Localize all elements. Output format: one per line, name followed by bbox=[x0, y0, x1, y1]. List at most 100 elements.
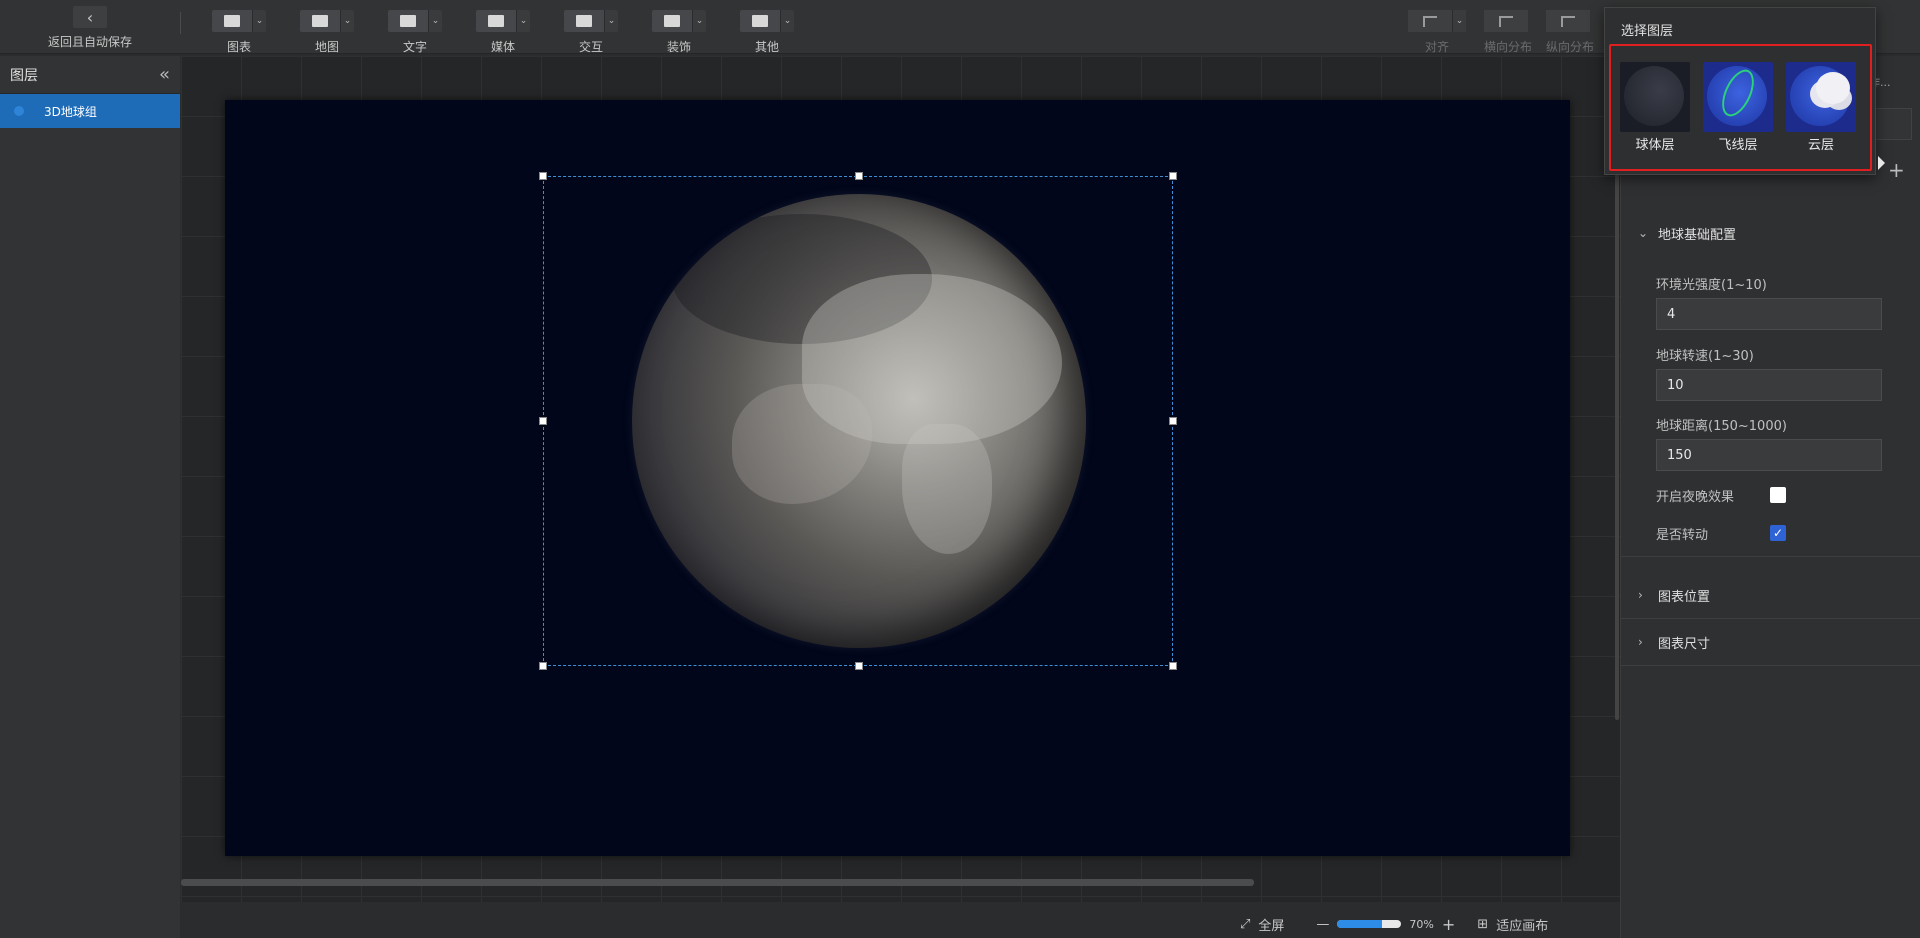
resize-handle-nw[interactable] bbox=[539, 172, 547, 180]
interaction-icon[interactable] bbox=[564, 10, 604, 32]
section-base-config-header[interactable]: ⌄ 地球基础配置 bbox=[1620, 210, 1920, 256]
layer-panel-header: 图层 « bbox=[0, 56, 180, 94]
align-tool[interactable]: ⌄ 对齐 bbox=[1408, 10, 1466, 54]
horizontal-distribute-icon[interactable] bbox=[1484, 10, 1528, 32]
zoom-in-icon[interactable]: + bbox=[1442, 915, 1455, 934]
fit-canvas-icon[interactable]: ⊞ bbox=[1477, 917, 1488, 932]
chevron-down-icon[interactable]: ⌄ bbox=[428, 10, 442, 32]
chart-icon[interactable] bbox=[212, 10, 252, 32]
tool-chart-label: 图表 bbox=[226, 40, 251, 54]
chevron-down-icon[interactable]: ⌄ bbox=[252, 10, 266, 32]
rotate-enabled-checkbox[interactable]: ✓ bbox=[1770, 525, 1786, 541]
zoom-percent: 70% bbox=[1409, 917, 1434, 931]
chevron-down-icon[interactable]: ⌄ bbox=[340, 10, 354, 32]
chevron-down-icon[interactable]: ⌄ bbox=[780, 10, 794, 32]
tool-chart[interactable]: ⌄ 图表 bbox=[199, 10, 279, 54]
popup-title: 选择图层 bbox=[1621, 24, 1674, 39]
vdist-label: 纵向分布 bbox=[1546, 40, 1595, 54]
add-icon[interactable]: + bbox=[1888, 158, 1905, 182]
back-save-button[interactable]: ‹ 返回且自动保存 bbox=[40, 6, 140, 52]
flyline-layer-thumbnail bbox=[1703, 62, 1773, 132]
chevron-down-icon[interactable]: ⌄ bbox=[692, 10, 706, 32]
select-layer-popup: 选择图层 球体层 飞线层 云层 bbox=[1604, 7, 1876, 175]
earth-distance-label: 地球距离(150~1000) bbox=[1656, 419, 1787, 434]
layer-type-icon bbox=[14, 106, 24, 116]
chevron-down-icon[interactable]: ⌄ bbox=[1452, 10, 1466, 32]
tool-map[interactable]: ⌄ 地图 bbox=[287, 10, 367, 54]
rotate-enabled-label: 是否转动 bbox=[1656, 528, 1709, 543]
resize-handle-e[interactable] bbox=[1169, 417, 1177, 425]
editor-canvas[interactable] bbox=[181, 56, 1620, 902]
section-chart-position-title: 图表位置 bbox=[1658, 589, 1711, 605]
status-bar: ⤢ 全屏 — 70% + ⊞ 适应画布 bbox=[1240, 912, 1620, 936]
tool-interaction[interactable]: ⌄ 交互 bbox=[551, 10, 631, 54]
horizontal-scrollbar[interactable] bbox=[181, 879, 1254, 886]
layer-option-flyline[interactable]: 飞线层 bbox=[1702, 62, 1774, 153]
vertical-distribute-icon[interactable] bbox=[1546, 10, 1590, 32]
layer-item-label: 3D地球组 bbox=[44, 104, 97, 119]
tool-other-label: 其他 bbox=[754, 40, 779, 54]
zoom-slider[interactable] bbox=[1337, 920, 1402, 928]
earth-distance-input[interactable]: 150 bbox=[1656, 439, 1882, 471]
tool-decoration-label: 装饰 bbox=[666, 40, 691, 54]
section-base-config-title: 地球基础配置 bbox=[1658, 227, 1737, 243]
resize-handle-w[interactable] bbox=[539, 417, 547, 425]
layer-panel-title: 图层 bbox=[10, 67, 38, 84]
hdist-tool[interactable]: 横向分布 bbox=[1484, 10, 1532, 54]
fit-canvas-label[interactable]: 适应画布 bbox=[1496, 915, 1548, 934]
align-icon[interactable] bbox=[1408, 10, 1452, 32]
layer-panel: 图层 « 3D地球组 bbox=[0, 56, 180, 938]
tool-media[interactable]: ⌄ 媒体 bbox=[463, 10, 543, 54]
map-icon[interactable] bbox=[300, 10, 340, 32]
night-effect-checkbox[interactable] bbox=[1770, 487, 1786, 503]
chevron-down-icon[interactable]: ⌄ bbox=[516, 10, 530, 32]
resize-handle-se[interactable] bbox=[1169, 662, 1177, 670]
section-chart-position: › 图表位置 bbox=[1620, 572, 1920, 619]
text-icon[interactable] bbox=[388, 10, 428, 32]
fullscreen-label[interactable]: 全屏 bbox=[1258, 915, 1284, 934]
tool-text-label: 文字 bbox=[402, 40, 427, 54]
fullscreen-icon[interactable]: ⤢ bbox=[1240, 917, 1250, 932]
collapse-icon[interactable]: « bbox=[159, 64, 170, 85]
rotation-speed-input[interactable]: 10 bbox=[1656, 369, 1882, 401]
selection-box[interactable] bbox=[539, 172, 1177, 670]
resize-handle-sw[interactable] bbox=[539, 662, 547, 670]
tool-interaction-label: 交互 bbox=[578, 40, 603, 54]
tool-decoration[interactable]: ⌄ 装饰 bbox=[639, 10, 719, 54]
resize-handle-ne[interactable] bbox=[1169, 172, 1177, 180]
layer-option-label: 飞线层 bbox=[1718, 138, 1758, 153]
chevron-down-icon[interactable]: ⌄ bbox=[604, 10, 618, 32]
chevron-right-icon: › bbox=[1638, 588, 1643, 602]
tool-other[interactable]: ⌄ 其他 bbox=[727, 10, 807, 54]
resize-handle-s[interactable] bbox=[855, 662, 863, 670]
layer-option-label: 云层 bbox=[1807, 138, 1834, 153]
section-chart-size-header[interactable]: › 图表尺寸 bbox=[1620, 619, 1920, 665]
chevron-down-icon: ⌄ bbox=[1638, 226, 1649, 240]
layer-option-sphere[interactable]: 球体层 bbox=[1619, 62, 1691, 153]
media-icon[interactable] bbox=[476, 10, 516, 32]
tool-media-label: 媒体 bbox=[490, 40, 515, 54]
align-label: 对齐 bbox=[1424, 40, 1449, 54]
vdist-tool[interactable]: 纵向分布 bbox=[1546, 10, 1594, 54]
tool-map-label: 地图 bbox=[314, 40, 339, 54]
layer-item-3d-globe-group[interactable]: 3D地球组 bbox=[0, 94, 180, 128]
layer-option-cloud[interactable]: 云层 bbox=[1785, 62, 1857, 153]
decoration-icon[interactable] bbox=[652, 10, 692, 32]
section-chart-position-header[interactable]: › 图表位置 bbox=[1620, 572, 1920, 618]
ambient-light-input[interactable]: 4 bbox=[1656, 298, 1882, 330]
section-chart-size: › 图表尺寸 bbox=[1620, 619, 1920, 666]
section-chart-size-title: 图表尺寸 bbox=[1658, 636, 1711, 652]
rotation-speed-label: 地球转速(1~30) bbox=[1656, 349, 1754, 364]
hdist-label: 横向分布 bbox=[1484, 40, 1533, 54]
popup-pointer-icon bbox=[1878, 156, 1885, 170]
zoom-slider-fill bbox=[1337, 920, 1383, 928]
zoom-out-icon[interactable]: — bbox=[1316, 917, 1329, 932]
resize-handle-n[interactable] bbox=[855, 172, 863, 180]
tool-text[interactable]: ⌄ 文字 bbox=[375, 10, 455, 54]
screen-stage[interactable] bbox=[225, 100, 1570, 856]
back-save-label: 返回且自动保存 bbox=[47, 35, 132, 49]
toolbar-divider bbox=[180, 12, 181, 34]
layer-option-label: 球体层 bbox=[1635, 138, 1675, 153]
other-icon[interactable] bbox=[740, 10, 780, 32]
cloud-layer-thumbnail bbox=[1786, 62, 1856, 132]
